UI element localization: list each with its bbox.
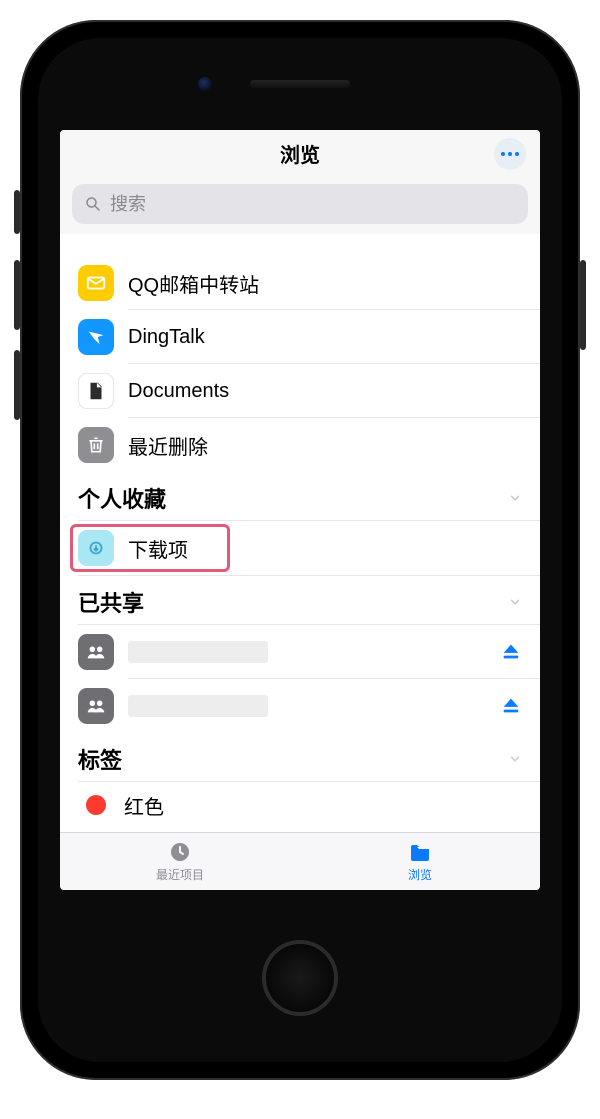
chevron-down-icon [508,589,522,615]
section-header-favorites[interactable]: 个人收藏 [60,472,540,520]
tag-row-red[interactable]: 红色 [60,782,540,828]
shared-row-1[interactable] [60,625,540,679]
location-row-qqmail[interactable]: QQ邮箱中转站 [60,256,540,310]
power-button [580,260,586,350]
tab-bar: 最近项目 浏览 [60,832,540,890]
eject-button[interactable] [500,641,522,663]
tag-label: 红色 [124,791,164,820]
downloads-folder-icon [78,530,114,566]
clock-icon [166,840,194,864]
tab-label: 最近项目 [156,866,204,883]
volume-down-button [14,350,20,420]
shared-item-label [128,641,268,663]
search-icon [84,195,102,213]
shared-row-2[interactable] [60,679,540,733]
dingtalk-icon [78,319,114,355]
location-row-dingtalk[interactable]: DingTalk [60,310,540,364]
phone-device-frame: 浏览 [20,20,580,1080]
search-field[interactable] [72,184,528,224]
favorite-label: 下载项 [128,534,188,563]
section-header-tags[interactable]: 标签 [60,733,540,781]
earpiece-speaker [250,80,350,88]
favorite-row-downloads[interactable]: 下载项 [60,521,540,575]
documents-icon [78,373,114,409]
phone-bezel: 浏览 [38,38,562,1062]
location-row-trash[interactable]: 最近删除 [60,418,540,472]
chevron-down-icon [508,485,522,511]
home-button[interactable] [262,940,338,1016]
tag-color-dot [86,795,106,815]
location-label: QQ邮箱中转站 [128,269,259,298]
location-label: DingTalk [128,326,205,349]
section-title: 已共享 [78,586,144,618]
tab-browse[interactable]: 浏览 [300,833,540,890]
content-area: QQ邮箱中转站 DingTalk Documents [60,234,540,832]
tab-recent[interactable]: 最近项目 [60,833,300,890]
folder-icon [406,840,434,864]
shared-item-label [128,695,268,717]
trash-icon [78,427,114,463]
tab-label: 浏览 [408,866,432,883]
shared-group-icon [78,634,114,670]
search-container [60,178,540,234]
search-input[interactable] [110,194,516,215]
chevron-down-icon [508,746,522,772]
more-options-button[interactable] [494,138,526,170]
ellipsis-icon [501,152,519,156]
mute-switch [14,190,20,234]
section-title: 个人收藏 [78,482,166,514]
section-header-shared[interactable]: 已共享 [60,576,540,624]
sensor-bar [38,38,562,130]
location-label: 最近删除 [128,431,208,460]
screen: 浏览 [60,130,540,890]
navigation-bar: 浏览 [60,130,540,178]
location-row-documents[interactable]: Documents [60,364,540,418]
location-label: Documents [128,380,229,403]
shared-group-icon [78,688,114,724]
front-camera [198,77,212,91]
volume-up-button [14,260,20,330]
page-title: 浏览 [280,139,320,168]
section-title: 标签 [78,743,122,775]
mail-icon [78,265,114,301]
eject-button[interactable] [500,695,522,717]
